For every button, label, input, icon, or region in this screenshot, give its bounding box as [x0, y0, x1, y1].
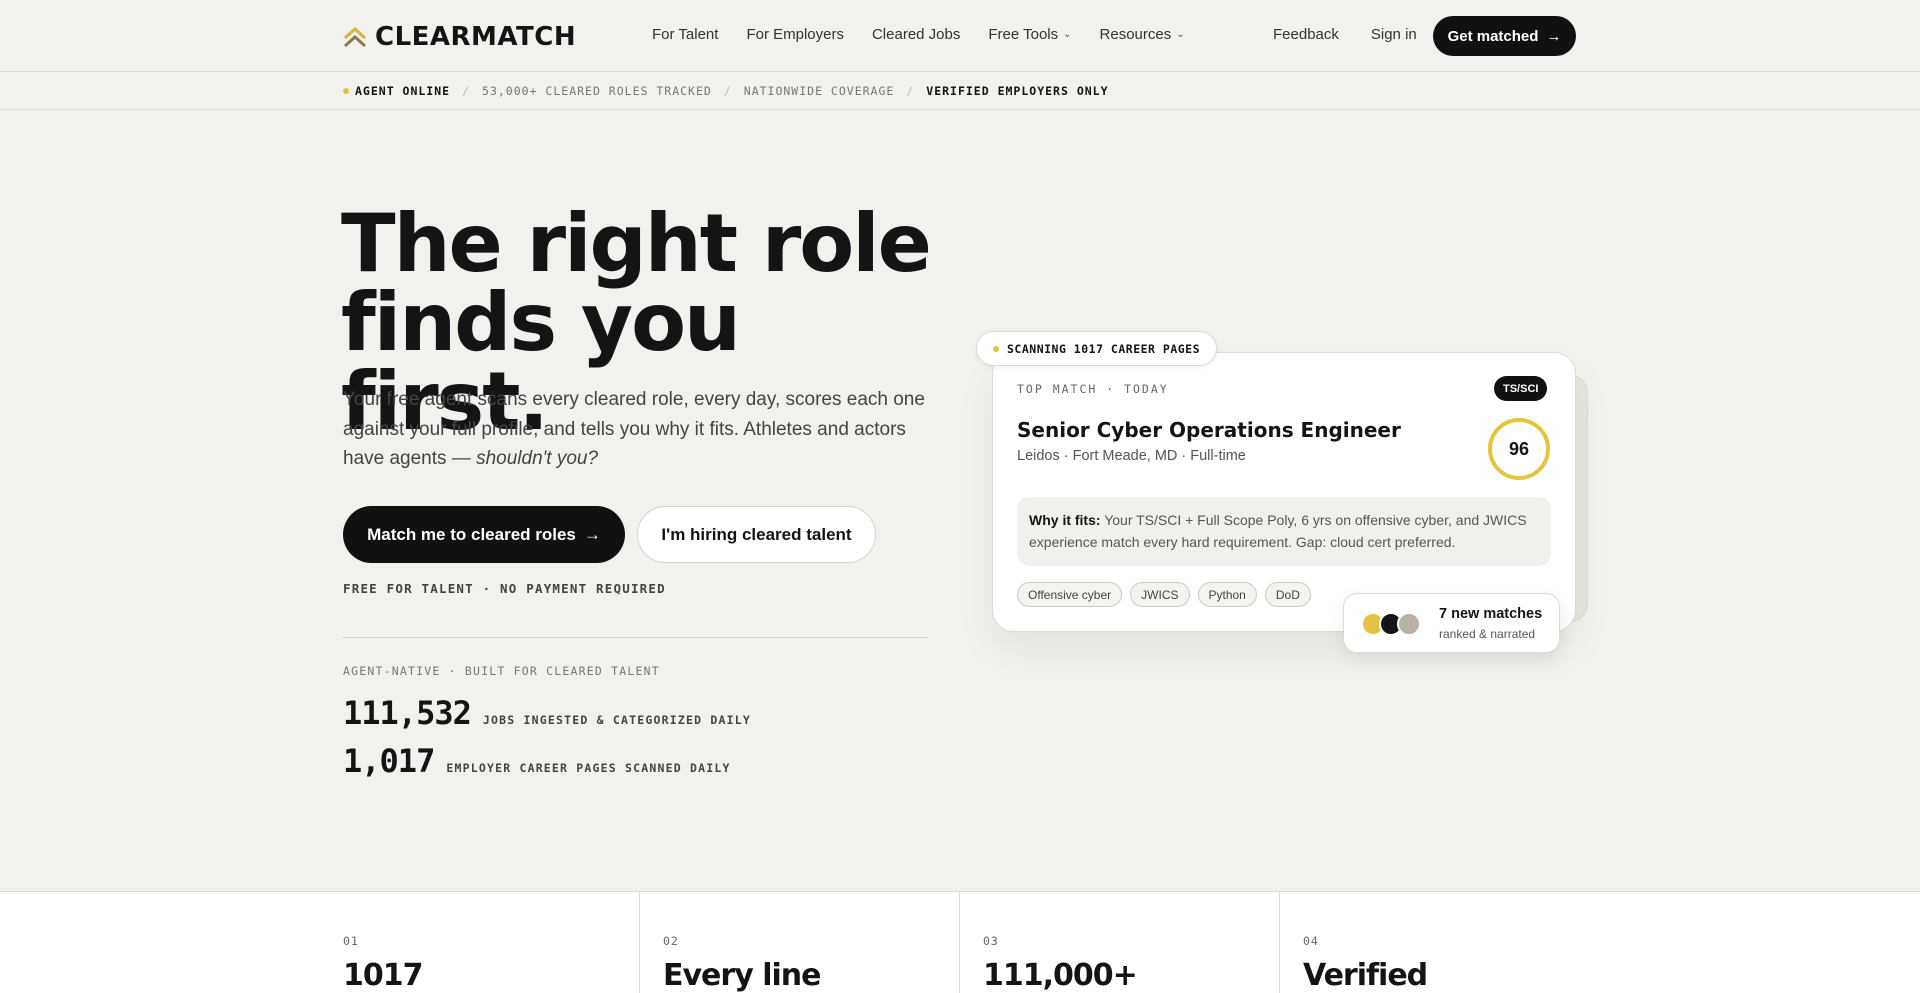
stats-label: AGENT-NATIVE · BUILT FOR CLEARED TALENT	[343, 664, 660, 678]
skill-tags: Offensive cyber JWICS Python DoD	[1017, 582, 1311, 607]
feature-number: 02	[663, 934, 679, 948]
ticker-separator: /	[906, 84, 915, 98]
site-header: CLEARMATCH For Talent For Employers Clea…	[0, 0, 1920, 72]
nav-for-talent[interactable]: For Talent	[652, 26, 718, 43]
chevron-logo-icon	[343, 26, 367, 48]
feature-value: Every line	[663, 958, 821, 993]
hero-subtitle-text: Your free agent scans every cleared role…	[343, 389, 925, 469]
why-label: Why it fits:	[1029, 512, 1101, 528]
nav-label: Cleared Jobs	[871, 26, 961, 43]
feature-number: 01	[343, 934, 359, 948]
match-me-label: Match me to cleared roles	[367, 524, 576, 544]
matches-title: 7 new matches	[1439, 606, 1543, 622]
hero-subtitle: Your free agent scans every cleared role…	[343, 385, 933, 474]
scanning-pill: SCANNING 1017 CAREER PAGES	[976, 331, 1218, 366]
stat-value: 111,532	[343, 694, 472, 732]
hiring-talent-label: I'm hiring cleared talent	[661, 524, 852, 544]
feedback-link[interactable]: Feedback	[1273, 26, 1339, 43]
verified-employers: VERIFIED EMPLOYERS ONLY	[926, 84, 1109, 98]
roles-tracked: 53,000+ CLEARED ROLES TRACKED	[482, 84, 712, 98]
feature-cell-4: 04 Verified	[1280, 892, 1920, 993]
ticker-separator: /	[462, 84, 471, 98]
nav-for-employers[interactable]: For Employers	[746, 26, 844, 43]
stat-value: 1,017	[343, 742, 435, 780]
feature-number: 04	[1303, 934, 1319, 948]
feature-number: 03	[983, 934, 999, 948]
arrow-right-icon: →	[583, 524, 601, 544]
free-note: FREE FOR TALENT · NO PAYMENT REQUIRED	[343, 581, 666, 596]
new-matches-toast[interactable]: 7 new matches ranked & narrated	[1343, 593, 1560, 653]
nav-label: Resources	[1099, 26, 1172, 43]
sign-in-link[interactable]: Sign in	[1371, 26, 1417, 43]
hero-subtitle-emphasis: shouldn't you?	[476, 448, 599, 469]
tag-jwics: JWICS	[1130, 582, 1190, 607]
feature-cell-2: 02 Every line	[640, 892, 960, 993]
match-score-ring: 96	[1488, 418, 1550, 480]
card-label: TOP MATCH · TODAY	[1017, 382, 1169, 396]
status-dot-icon	[343, 88, 349, 94]
get-matched-button[interactable]: Get matched →	[1433, 16, 1576, 56]
brand-name: CLEARMATCH	[375, 22, 577, 52]
scanning-label: SCANNING 1017 CAREER PAGES	[1007, 341, 1201, 356]
feature-cell-3: 03 111,000+	[960, 892, 1280, 993]
tag-dod: DoD	[1264, 582, 1311, 607]
stat-pages-scanned: 1,017 EMPLOYER CAREER PAGES SCANNED DAIL…	[343, 742, 731, 780]
feature-cell-1: 01 1017	[0, 892, 640, 993]
status-dot-icon	[993, 345, 999, 352]
stat-description: JOBS INGESTED & CATEGORIZED DAILY	[482, 713, 751, 727]
match-me-button[interactable]: Match me to cleared roles →	[343, 506, 625, 563]
tag-offensive-cyber: Offensive cyber	[1017, 582, 1123, 607]
nav-label: Free Tools	[988, 26, 1059, 43]
clearance-badge: TS/SCI	[1494, 376, 1548, 401]
agent-status: AGENT ONLINE	[343, 84, 450, 98]
coverage: NATIONWIDE COVERAGE	[743, 84, 895, 98]
nav-label: For Employers	[746, 26, 844, 43]
brand-logo[interactable]: CLEARMATCH	[343, 22, 576, 52]
nav-resources[interactable]: Resources ⌄	[1100, 26, 1185, 43]
match-score: 96	[1508, 438, 1530, 459]
job-title[interactable]: Senior Cyber Operations Engineer	[1017, 418, 1401, 442]
why-it-fits: Why it fits: Your TS/SCI + Full Scope Po…	[1017, 497, 1551, 566]
nav-cleared-jobs[interactable]: Cleared Jobs	[872, 26, 960, 43]
avatar	[1397, 612, 1421, 636]
job-meta: Leidos · Fort Meade, MD · Full-time	[1017, 448, 1246, 464]
feature-strip: 01 1017 02 Every line 03 111,000+ 04 Ver…	[0, 891, 1920, 993]
chevron-down-icon: ⌄	[1063, 29, 1072, 40]
stat-description: EMPLOYER CAREER PAGES SCANNED DAILY	[446, 761, 731, 775]
hiring-talent-button[interactable]: I'm hiring cleared talent	[637, 506, 876, 563]
arrow-right-icon: →	[1546, 27, 1562, 45]
avatar-stack	[1361, 612, 1421, 636]
hero-divider	[343, 637, 928, 638]
utility-nav: Feedback Sign in	[1273, 26, 1417, 43]
agent-status-label: AGENT ONLINE	[355, 84, 451, 98]
matches-subtitle: ranked & narrated	[1439, 627, 1536, 641]
stat-jobs-ingested: 111,532 JOBS INGESTED & CATEGORIZED DAIL…	[343, 694, 751, 732]
status-ticker: AGENT ONLINE / 53,000+ CLEARED ROLES TRA…	[0, 72, 1920, 110]
why-text: Your TS/SCI + Full Scope Poly, 6 yrs on …	[1029, 512, 1527, 550]
feature-value: 111,000+	[983, 958, 1138, 993]
get-matched-label: Get matched	[1447, 27, 1539, 45]
nav-label: For Talent	[652, 26, 719, 43]
ticker-separator: /	[723, 84, 732, 98]
feature-value: 1017	[343, 958, 423, 993]
ticker-items: AGENT ONLINE / 53,000+ CLEARED ROLES TRA…	[343, 84, 1109, 98]
tag-python: Python	[1197, 582, 1257, 607]
feature-value: Verified	[1303, 958, 1428, 993]
chevron-down-icon: ⌄	[1176, 29, 1185, 40]
nav-free-tools[interactable]: Free Tools ⌄	[988, 26, 1071, 43]
hero-title-line-1: The right role	[341, 197, 932, 290]
main-nav: For Talent For Employers Cleared Jobs Fr…	[652, 26, 1185, 43]
